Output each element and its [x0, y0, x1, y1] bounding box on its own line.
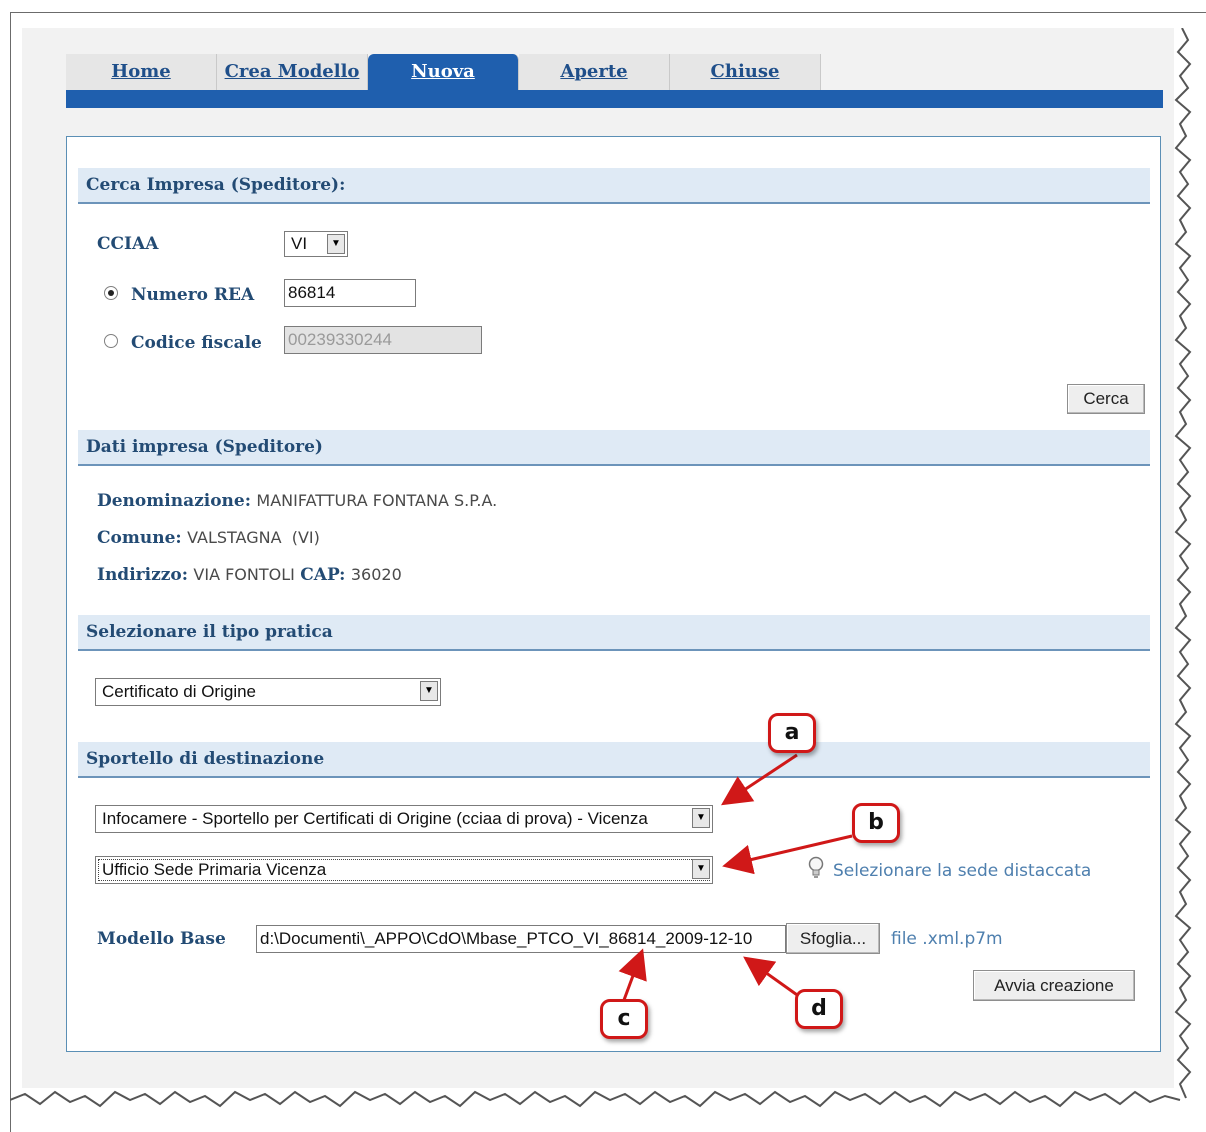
- callout-d: d: [795, 989, 843, 1029]
- arrow-d: [743, 956, 801, 999]
- arrow-b: [722, 834, 853, 875]
- annotation-arrows: [618, 753, 853, 1001]
- callout-a: a: [768, 713, 816, 753]
- callout-c: c: [600, 999, 648, 1039]
- arrow-c: [618, 948, 647, 1001]
- arrow-a: [720, 753, 798, 806]
- callout-b: b: [852, 803, 900, 843]
